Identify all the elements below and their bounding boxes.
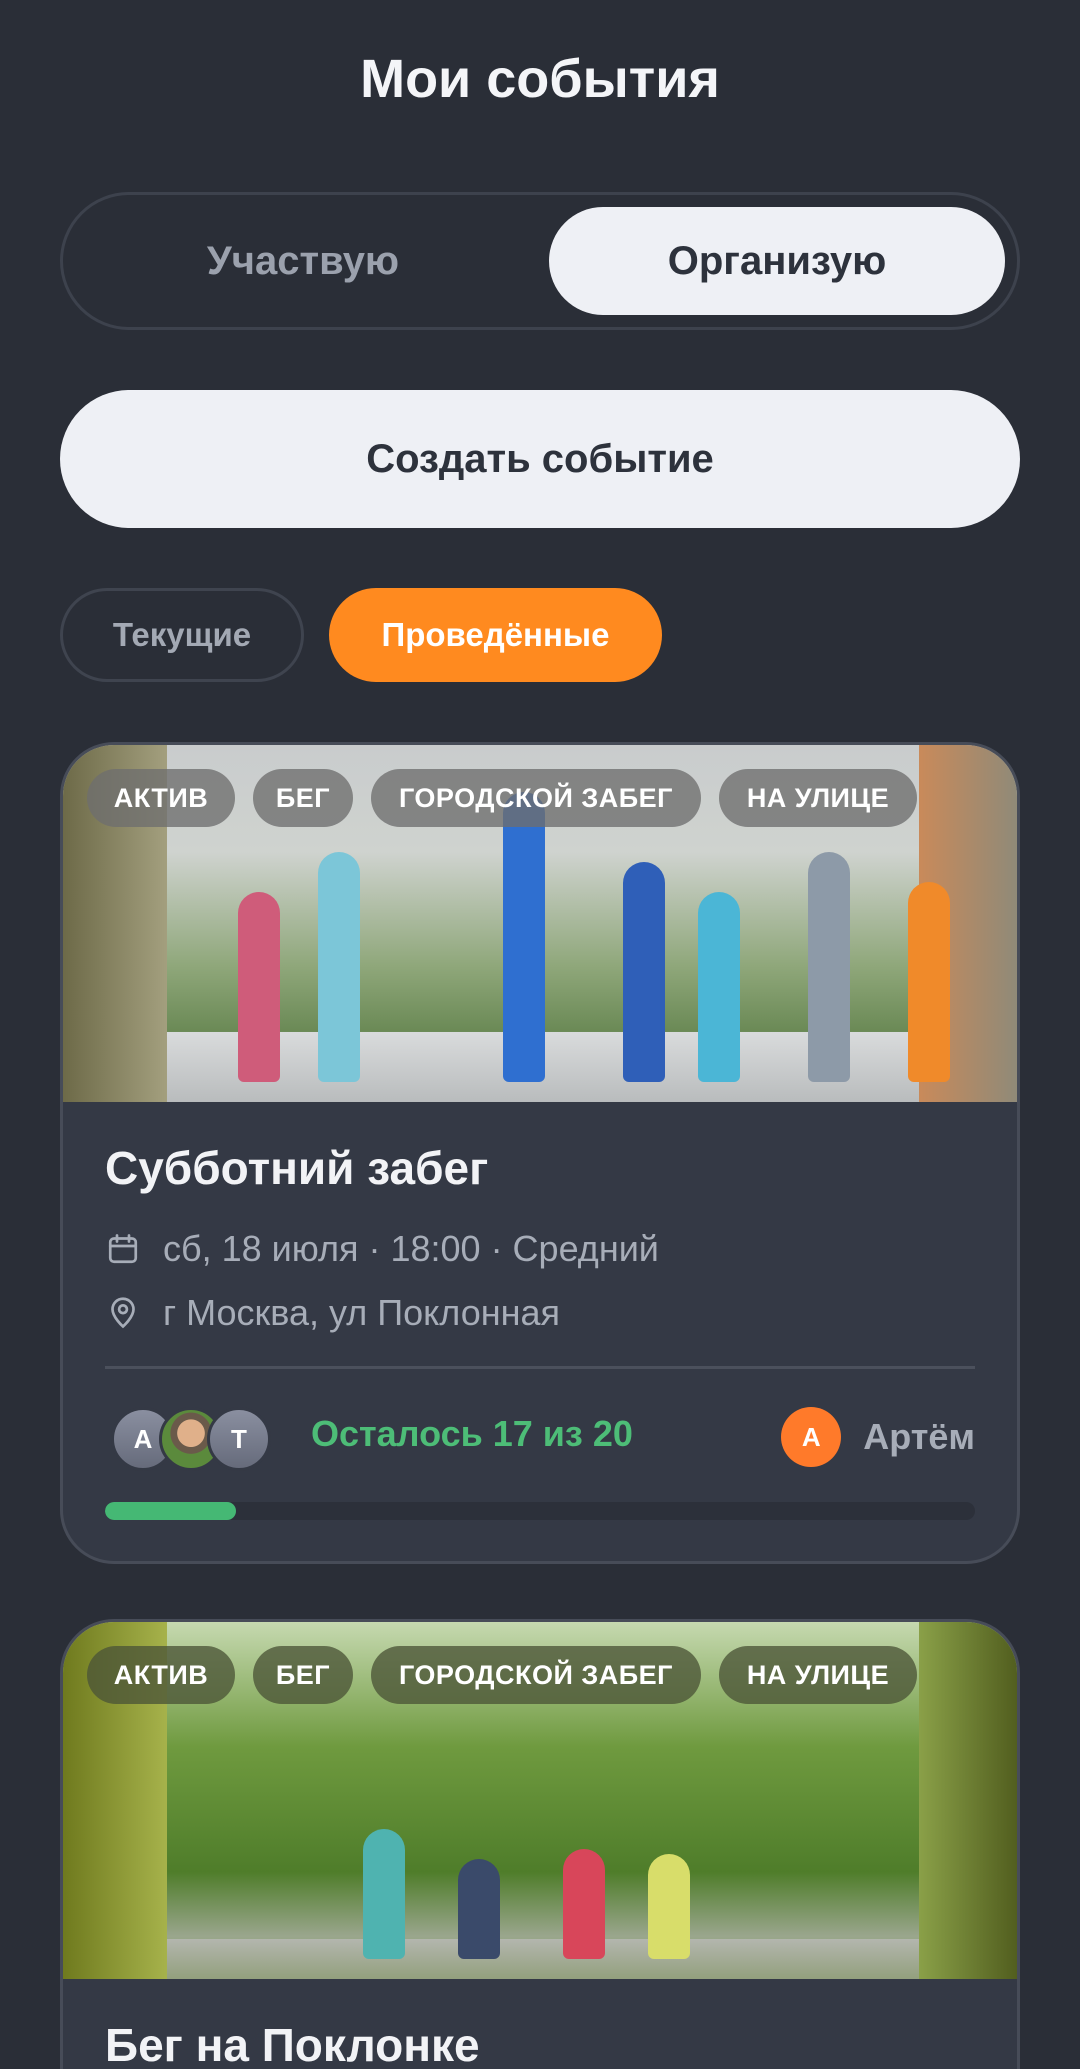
my-events-screen: Мои события Участвую Организую Создать с… bbox=[0, 0, 1080, 2069]
calendar-icon bbox=[108, 1234, 138, 1264]
event-title: Субботний забег bbox=[105, 1142, 489, 1194]
filter-current-chip[interactable]: Текущие bbox=[60, 588, 304, 682]
event-tag: НА УЛИЦЕ bbox=[719, 1646, 917, 1704]
event-location: г Москва, ул Поклонная bbox=[105, 1292, 560, 1334]
event-photo: АКТИВ БЕГ ГОРОДСКОЙ ЗАБЕГ НА УЛИЦЕ bbox=[63, 1622, 1017, 1979]
spots-remaining: Осталось 17 из 20 bbox=[311, 1413, 633, 1454]
create-event-button[interactable]: Создать событие bbox=[60, 390, 1020, 528]
map-pin-icon bbox=[111, 1297, 135, 1329]
event-tag: АКТИВ bbox=[87, 1646, 235, 1704]
event-tag: НА УЛИЦЕ bbox=[719, 769, 917, 827]
event-tag: ГОРОДСКОЙ ЗАБЕГ bbox=[371, 769, 701, 827]
event-tag: ГОРОДСКОЙ ЗАБЕГ bbox=[371, 1646, 701, 1704]
event-tag: БЕГ bbox=[253, 769, 353, 827]
page-title: Мои события bbox=[360, 49, 720, 109]
role-segmented-control: Участвую Организую bbox=[60, 192, 1020, 330]
event-datetime-text: сб, 18 июля · 18:00 · Средний bbox=[163, 1228, 659, 1269]
organizer-avatar: А bbox=[781, 1407, 842, 1467]
event-photo: АКТИВ БЕГ ГОРОДСКОЙ ЗАБЕГ НА УЛИЦЕ bbox=[63, 745, 1017, 1102]
capacity-progress-bar bbox=[105, 1502, 975, 1520]
event-card[interactable]: АКТИВ БЕГ ГОРОДСКОЙ ЗАБЕГ НА УЛИЦЕ Суббо… bbox=[60, 742, 1020, 1564]
divider bbox=[105, 1366, 975, 1369]
filter-past-chip[interactable]: Проведённые bbox=[329, 588, 662, 682]
avatar: Т bbox=[207, 1407, 271, 1471]
participant-avatars[interactable]: А Т bbox=[111, 1407, 281, 1471]
segment-participate[interactable]: Участвую bbox=[75, 207, 531, 315]
event-card[interactable]: АКТИВ БЕГ ГОРОДСКОЙ ЗАБЕГ НА УЛИЦЕ Бег н… bbox=[60, 1619, 1020, 2069]
event-location-text: г Москва, ул Поклонная bbox=[163, 1292, 561, 1333]
organizer-name: Артём bbox=[863, 1416, 975, 1457]
organizer[interactable]: А Артём bbox=[781, 1407, 975, 1467]
event-title: Бег на Поклонке bbox=[105, 2019, 480, 2069]
event-tag: БЕГ bbox=[253, 1646, 353, 1704]
event-tag: АКТИВ bbox=[87, 769, 235, 827]
segment-organize[interactable]: Организую bbox=[549, 207, 1005, 315]
progress-fill bbox=[105, 1502, 236, 1520]
event-datetime: сб, 18 июля · 18:00 · Средний bbox=[105, 1228, 659, 1270]
